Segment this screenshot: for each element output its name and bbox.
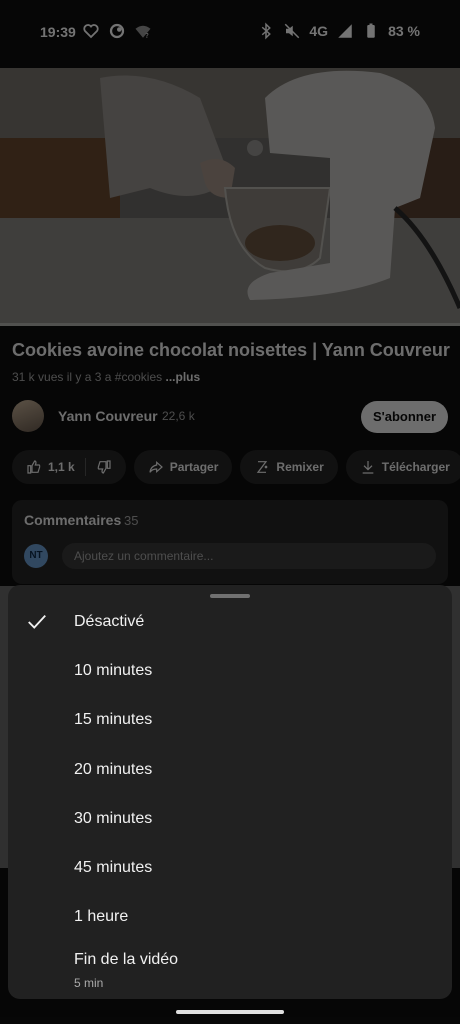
sync-icon: [109, 23, 125, 39]
network-type: 4G: [309, 23, 329, 39]
status-left-icons: ?: [82, 22, 152, 40]
option-label: 30 minutes: [74, 810, 153, 827]
remix-label: Remixer: [276, 460, 324, 474]
svg-text:?: ?: [145, 32, 149, 40]
bluetooth-icon: [262, 22, 272, 40]
view-count: 31 k vues: [12, 370, 64, 384]
user-avatar: NT: [24, 544, 48, 568]
share-button[interactable]: Partager: [133, 450, 233, 484]
signal-icon: [338, 24, 352, 38]
comments-title: Commentaires: [24, 512, 122, 528]
channel-row[interactable]: Yann Couvreur 22,6 k S'abonner: [12, 400, 448, 434]
watch-page-body: Cookies avoine chocolat noisettes | Yann…: [0, 326, 460, 586]
battery-level: 83 %: [388, 23, 420, 39]
option-label: 45 minutes: [74, 859, 153, 876]
upload-age: il y a 3 a: [66, 370, 112, 384]
like-dislike-pill[interactable]: 1,1 k: [12, 450, 126, 484]
channel-name[interactable]: Yann Couvreur: [58, 408, 158, 424]
option-off[interactable]: Désactivé: [8, 599, 452, 648]
action-bar: 1,1 k Partager Remixer Télécharger: [12, 450, 460, 484]
battery-icon: [367, 23, 375, 38]
comments-section[interactable]: Commentaires 35 NT Ajoutez un commentair…: [12, 500, 448, 584]
hashtag[interactable]: #cookies: [115, 370, 162, 384]
channel-avatar[interactable]: [12, 400, 44, 432]
comment-input[interactable]: Ajoutez un commentaire...: [62, 543, 436, 569]
comments-count: 35: [124, 513, 139, 528]
option-10-minutes[interactable]: 10 minutes: [8, 648, 452, 697]
option-45-minutes[interactable]: 45 minutes: [8, 845, 452, 894]
sheet-drag-handle[interactable]: [210, 594, 250, 598]
option-sublabel: 5 min: [74, 976, 104, 990]
option-label: 20 minutes: [74, 761, 153, 778]
share-icon: [149, 461, 163, 473]
download-button[interactable]: Télécharger: [345, 450, 460, 484]
option-end-of-video[interactable]: Fin de la vidéo 5 min: [8, 937, 452, 993]
option-label: 1 heure: [74, 908, 129, 925]
wifi-question-icon: ?: [135, 25, 151, 40]
option-15-minutes[interactable]: 15 minutes: [8, 697, 452, 746]
download-icon: [362, 461, 374, 474]
option-1-hour[interactable]: 1 heure: [8, 894, 452, 943]
heart-icon: [83, 24, 99, 39]
checkmark-icon: [28, 614, 46, 629]
thumbs-down-icon[interactable]: [96, 459, 112, 475]
option-label: Désactivé: [74, 613, 145, 630]
remix-button[interactable]: Remixer: [240, 450, 338, 484]
like-separator: [84, 458, 86, 476]
option-label: 10 minutes: [74, 662, 153, 679]
sleep-timer-sheet: Désactivé 10 minutes 15 minutes 20 minut…: [8, 585, 452, 999]
status-right: 4G 83 %: [257, 22, 420, 40]
option-label: 15 minutes: [74, 711, 153, 728]
subscribe-button[interactable]: S'abonner: [360, 401, 448, 433]
option-20-minutes[interactable]: 20 minutes: [8, 747, 452, 796]
download-label: Télécharger: [381, 460, 450, 474]
subscriber-count: 22,6 k: [162, 409, 195, 423]
like-count: 1,1 k: [48, 460, 75, 474]
option-label: Fin de la vidéo: [74, 951, 179, 968]
remix-icon: [257, 461, 268, 473]
video-frame: [0, 68, 460, 326]
mute-icon: [285, 23, 300, 39]
video-player[interactable]: [0, 68, 460, 326]
video-meta[interactable]: 31 k vues il y a 3 a #cookies ...plus: [12, 370, 200, 384]
status-bar: 19:39 ? 4G 83 %: [0, 0, 460, 68]
thumbs-up-icon[interactable]: [26, 459, 42, 475]
video-title[interactable]: Cookies avoine chocolat noisettes | Yann…: [12, 340, 452, 361]
home-indicator[interactable]: [176, 1010, 284, 1014]
share-label: Partager: [169, 460, 219, 474]
more-link[interactable]: ...plus: [165, 370, 200, 384]
status-time: 19:39: [40, 24, 76, 40]
option-30-minutes[interactable]: 30 minutes: [8, 796, 452, 845]
